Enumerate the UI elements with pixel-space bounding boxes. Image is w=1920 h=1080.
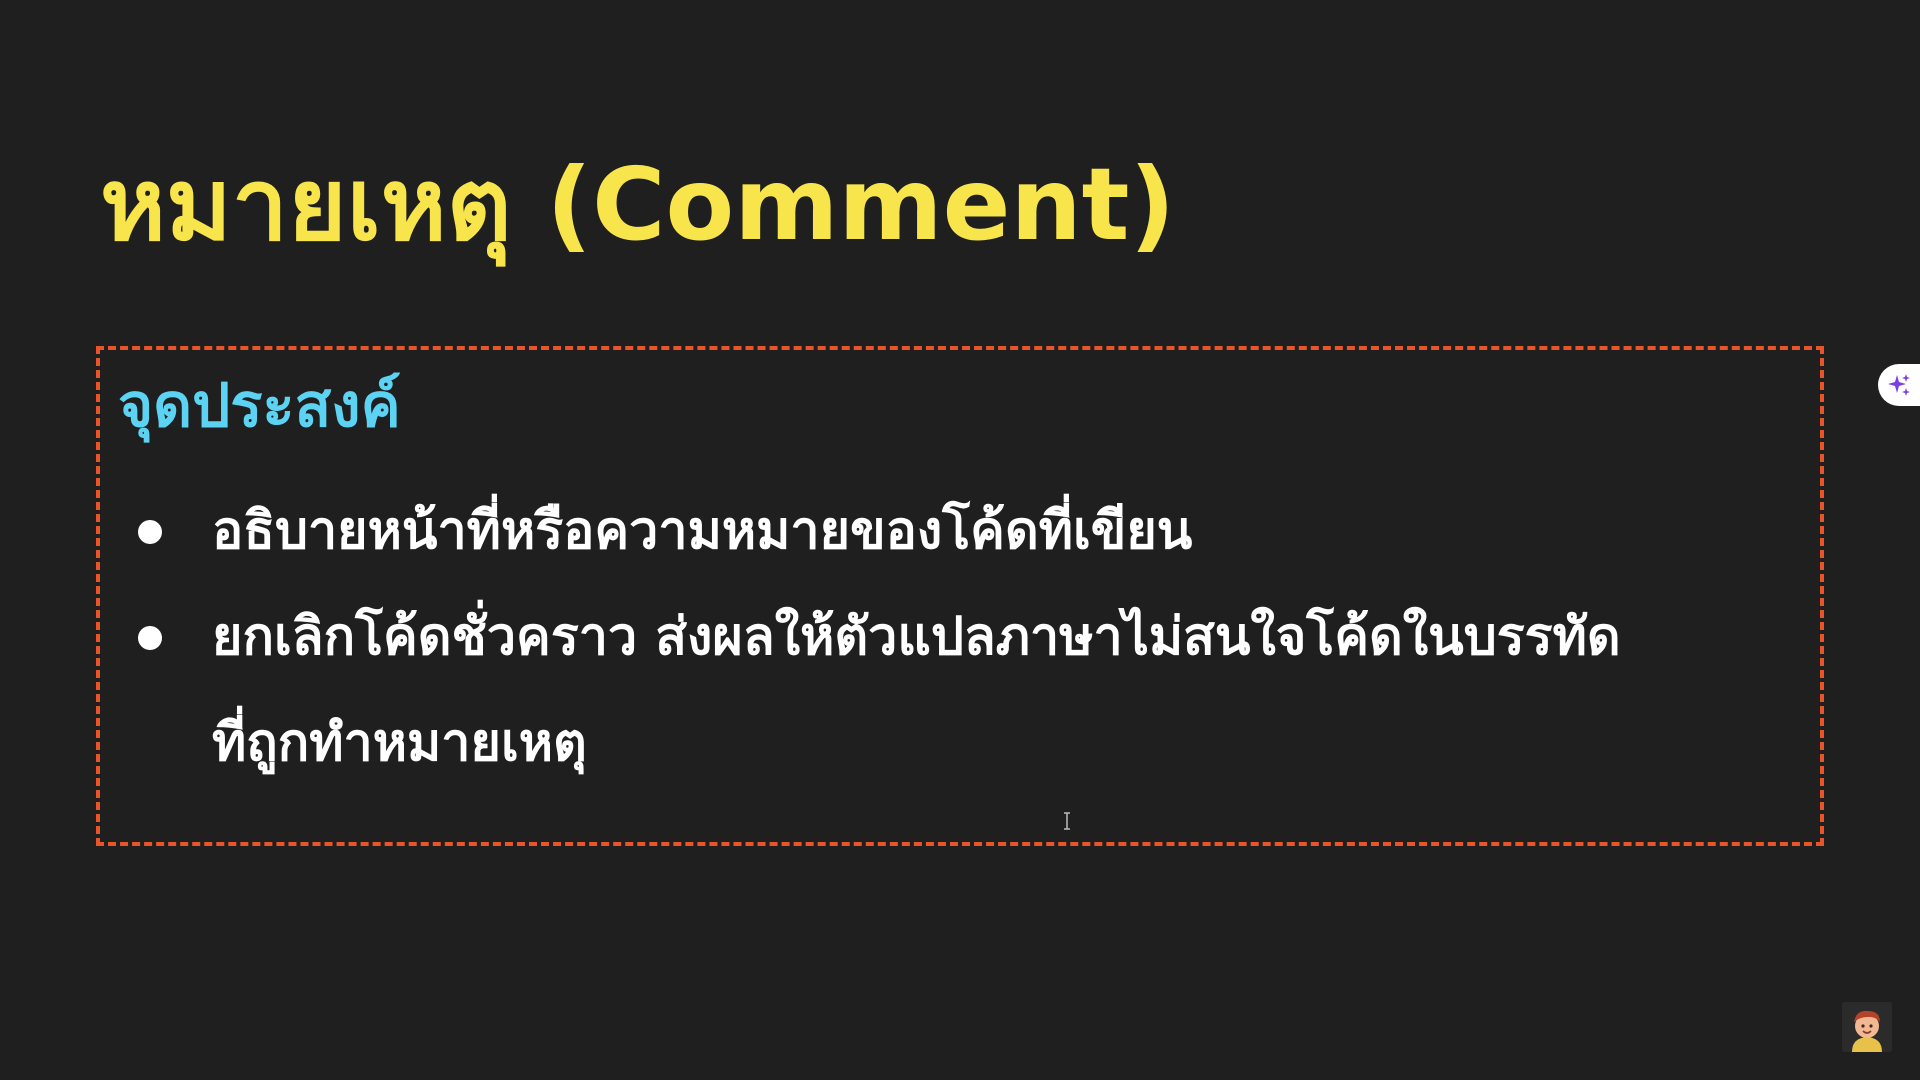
purpose-list: อธิบายหน้าที่หรือความหมายของโค้ดที่เขียน…: [100, 478, 1621, 796]
cartoon-avatar-icon: [1842, 1002, 1892, 1052]
list-item: ยกเลิกโค้ดชั่วคราว ส่งผลให้ตัวแปลภาษาไม่…: [100, 584, 1621, 796]
purpose-box: จุดประสงค์ อธิบายหน้าที่หรือความหมายของโ…: [96, 346, 1824, 846]
list-item: อธิบายหน้าที่หรือความหมายของโค้ดที่เขียน: [100, 478, 1621, 584]
avatar: [1842, 1002, 1892, 1052]
slide-title: หมายเหตุ (Comment): [100, 146, 1176, 263]
bullet-dot-icon: [138, 520, 162, 544]
ai-assistant-button[interactable]: [1878, 364, 1920, 406]
bullet-dot-icon: [138, 626, 162, 650]
sparkle-icon: [1888, 374, 1910, 396]
bullet-text: อธิบายหน้าที่หรือความหมายของโค้ดที่เขียน: [212, 501, 1193, 561]
text-cursor-icon: [1064, 812, 1070, 830]
bullet-text-continued: ที่ถูกทำหมายเหตุ: [212, 713, 587, 773]
bullet-text: ยกเลิกโค้ดชั่วคราว ส่งผลให้ตัวแปลภาษาไม่…: [212, 607, 1621, 667]
slide-canvas: หมายเหตุ (Comment) จุดประสงค์ อธิบายหน้า…: [0, 0, 1920, 1080]
purpose-heading: จุดประสงค์: [118, 371, 401, 441]
